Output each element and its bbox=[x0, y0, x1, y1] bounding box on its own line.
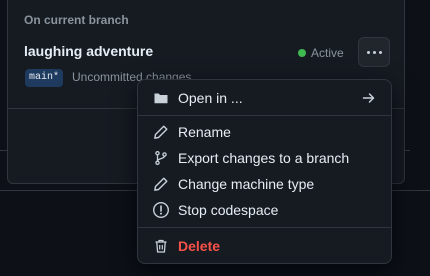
menu-separator bbox=[138, 115, 391, 116]
menu-item-label: Change machine type bbox=[178, 176, 315, 192]
pencil-icon bbox=[152, 175, 170, 193]
menu-item-label: Rename bbox=[178, 124, 231, 140]
menu-item-label: Stop codespace bbox=[178, 202, 279, 218]
stop-icon bbox=[152, 201, 170, 219]
menu-item-rename[interactable]: Rename bbox=[144, 120, 385, 144]
status-text: Active bbox=[311, 46, 344, 60]
menu-item-open-in[interactable]: Open in ... bbox=[144, 86, 385, 110]
git-branch-icon bbox=[152, 149, 170, 167]
menu-item-label: Delete bbox=[178, 238, 221, 254]
menu-item-change-machine-type[interactable]: Change machine type bbox=[144, 172, 385, 196]
branch-badge: main* bbox=[25, 69, 64, 87]
arrow-right-icon bbox=[361, 90, 377, 106]
more-options-button[interactable] bbox=[358, 37, 390, 67]
pencil-icon bbox=[152, 123, 170, 141]
status-indicator: Active bbox=[298, 46, 344, 60]
menu-item-label: Open in ... bbox=[178, 90, 243, 106]
menu-item-stop-codespace[interactable]: Stop codespace bbox=[144, 198, 385, 222]
menu-item-export-changes[interactable]: Export changes to a branch bbox=[144, 146, 385, 170]
codespace-name[interactable]: laughing adventure bbox=[24, 43, 153, 59]
menu-item-label: Export changes to a branch bbox=[178, 150, 350, 166]
kebab-horizontal-icon bbox=[366, 50, 382, 54]
status-dot-icon bbox=[298, 49, 306, 57]
trash-icon bbox=[152, 237, 170, 255]
section-heading: On current branch bbox=[24, 13, 129, 27]
menu-item-delete[interactable]: Delete bbox=[144, 234, 385, 258]
folder-icon bbox=[152, 89, 170, 107]
menu-separator bbox=[138, 227, 391, 228]
codespace-actions-menu: Open in ... Rename Export changes to a b… bbox=[137, 79, 392, 264]
